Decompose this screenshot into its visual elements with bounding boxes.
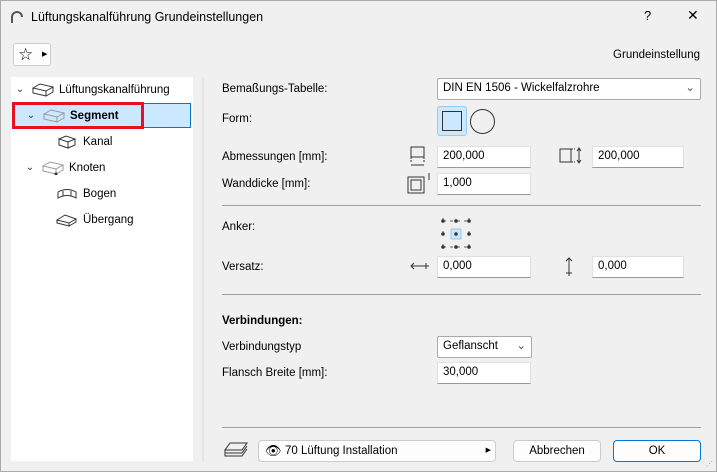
help-button[interactable]: ? [644, 8, 651, 23]
connections-heading: Verbindungen: [222, 315, 303, 327]
highlight-box [12, 102, 144, 129]
height-input[interactable]: 200,000 [592, 146, 684, 168]
chevron-down-icon[interactable]: ⌄ [23, 162, 37, 173]
triangle-right-icon: ▶ [485, 447, 491, 454]
wall-thickness-input[interactable]: 1,000 [437, 173, 531, 195]
connection-type-select[interactable]: Geflanscht ⌄ [437, 336, 532, 358]
width-icon [410, 146, 425, 166]
anchor-label: Anker: [222, 221, 256, 233]
dialog-window: Lüftungskanalführung Grundeinstellungen … [0, 0, 717, 472]
connection-type-label: Verbindungstyp [222, 341, 302, 353]
window-title: Lüftungskanalführung Grundeinstellungen [31, 10, 264, 24]
transition-icon [56, 213, 78, 227]
resize-grip[interactable]: ⋰ [706, 460, 713, 468]
separator [222, 427, 701, 428]
shape-rectangular-button[interactable] [437, 106, 467, 136]
elbow-icon [57, 188, 77, 199]
square-icon [442, 111, 462, 131]
shape-round-button[interactable] [470, 109, 495, 134]
tree-item-label: Bogen [83, 187, 117, 200]
offset-x-input[interactable]: 0,000 [437, 256, 531, 278]
shape-label: Form: [222, 113, 253, 125]
separator [222, 294, 701, 295]
tree-item-knoten[interactable]: ⌄ Knoten [13, 155, 191, 180]
flange-width-input[interactable]: 30,000 [437, 362, 531, 384]
app-icon [11, 11, 23, 23]
wall-thickness-icon [407, 173, 430, 194]
tree-item-label: Lüftungskanalführung [59, 83, 170, 96]
ok-button[interactable]: OK [613, 440, 701, 462]
layer-select[interactable]: 👁 70 Lüftung Installation ▶ [258, 440, 496, 462]
duct-icon [32, 82, 54, 97]
dimensions-label: Abmessungen [mm]: [222, 151, 328, 163]
eye-icon: 👁 [265, 443, 282, 458]
width-input[interactable]: 200,000 [437, 146, 531, 168]
cancel-button[interactable]: Abbrechen [513, 440, 601, 462]
offset-label: Versatz: [222, 261, 264, 273]
horizontal-offset-icon [410, 262, 429, 270]
chevron-down-icon: ⌄ [685, 82, 695, 94]
mode-label: Grundeinstellung [613, 49, 700, 61]
separator [222, 205, 701, 206]
wall-thickness-label: Wanddicke [mm]: [222, 178, 311, 190]
tree-item-label: Knoten [69, 161, 106, 174]
triangle-right-icon: ▶ [42, 51, 48, 58]
tree-item-lueftungskanalfuehrung[interactable]: ⌄ Lüftungskanalführung [13, 77, 191, 102]
favorites-button[interactable]: ☆ ▶ [13, 43, 51, 66]
height-icon [559, 147, 582, 164]
chevron-down-icon[interactable]: ⌄ [13, 84, 27, 95]
tree-item-kanal[interactable]: Kanal [13, 129, 191, 154]
dimension-table-select[interactable]: DIN EN 1506 - Wickelfalzrohre ⌄ [437, 78, 701, 100]
chevron-down-icon: ⌄ [516, 340, 526, 352]
dimension-table-label: Bemaßungs-Tabelle: [222, 83, 328, 95]
channel-icon [57, 134, 77, 149]
node-icon [42, 160, 64, 175]
tree-item-label: Übergang [83, 213, 134, 226]
tree-item-uebergang[interactable]: Übergang [13, 207, 191, 232]
layers-icon [224, 442, 248, 457]
layer-name: 70 Lüftung Installation [285, 445, 398, 457]
tree-item-bogen[interactable]: Bogen [13, 181, 191, 206]
offset-y-input[interactable]: 0,000 [592, 256, 684, 278]
close-button[interactable]: ✕ [687, 7, 699, 24]
vertical-offset-icon [565, 257, 573, 276]
connection-type-value: Geflanscht [443, 340, 498, 352]
anchor-grid[interactable] [439, 217, 473, 251]
flange-width-label: Flansch Breite [mm]: [222, 367, 328, 379]
star-icon: ☆ [18, 45, 34, 64]
tree-item-label: Kanal [83, 135, 113, 148]
dimension-table-value: DIN EN 1506 - Wickelfalzrohre [443, 82, 600, 94]
panel-divider [202, 77, 204, 461]
